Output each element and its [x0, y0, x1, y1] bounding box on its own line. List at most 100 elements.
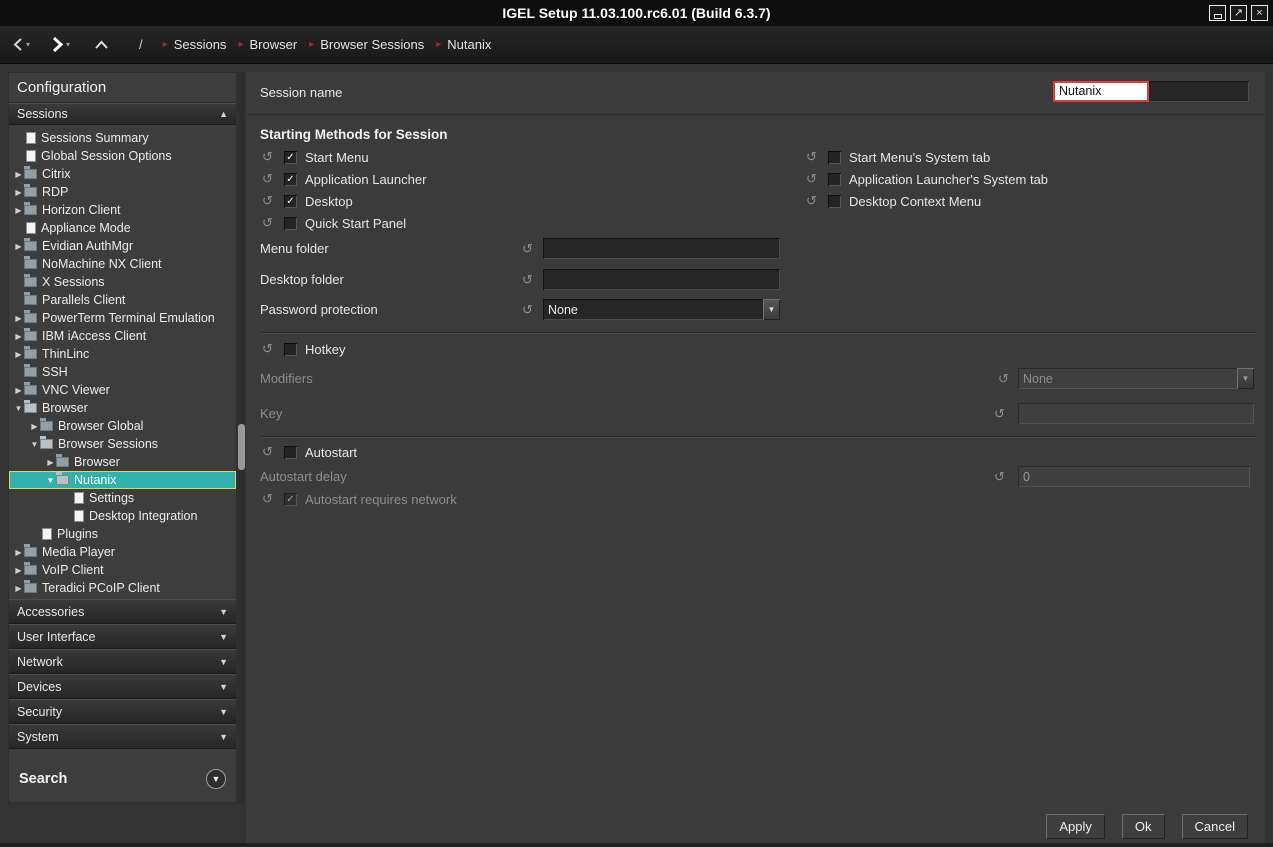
- tree-item-settings[interactable]: Settings: [9, 489, 236, 507]
- breadcrumb-item-browser[interactable]: ▸Browser: [238, 37, 297, 52]
- tree-item-nutanix[interactable]: ▼Nutanix: [9, 471, 236, 489]
- reset-icon[interactable]: ↺: [806, 171, 822, 187]
- section-header-accessories[interactable]: Accessories▼: [9, 599, 236, 624]
- expand-arrow-icon[interactable]: ▶: [13, 332, 24, 341]
- reset-icon[interactable]: ↺: [262, 341, 278, 357]
- back-history-caret-icon[interactable]: ▾: [26, 40, 30, 49]
- expand-arrow-icon[interactable]: ▶: [29, 422, 40, 431]
- tree-item-appliance-mode[interactable]: Appliance Mode: [9, 219, 236, 237]
- expand-arrow-icon[interactable]: ▶: [13, 566, 24, 575]
- checkbox[interactable]: [284, 217, 297, 230]
- reset-icon[interactable]: ↺: [806, 149, 822, 165]
- expand-arrow-icon[interactable]: ▶: [13, 584, 24, 593]
- password-protection-select[interactable]: None ▼: [543, 299, 780, 320]
- maximize-button[interactable]: ↗: [1230, 5, 1247, 21]
- reset-icon[interactable]: ↺: [262, 171, 278, 187]
- checkbox[interactable]: [284, 343, 297, 356]
- section-header-security[interactable]: Security▼: [9, 699, 236, 724]
- reset-icon[interactable]: ↺: [262, 149, 278, 165]
- tree-item-evidian-authmgr[interactable]: ▶Evidian AuthMgr: [9, 237, 236, 255]
- close-button[interactable]: ×: [1251, 5, 1268, 21]
- tree-item-rdp[interactable]: ▶RDP: [9, 183, 236, 201]
- checkbox[interactable]: ✓: [284, 151, 297, 164]
- section-header-system[interactable]: System▼: [9, 724, 236, 749]
- tree-item-citrix[interactable]: ▶Citrix: [9, 165, 236, 183]
- expand-arrow-icon[interactable]: ▶: [45, 458, 56, 467]
- menu-folder-input[interactable]: [543, 238, 780, 259]
- collapse-arrow-icon[interactable]: ▼: [13, 404, 24, 413]
- checkbox[interactable]: [828, 173, 841, 186]
- tree-item-plugins[interactable]: Plugins: [9, 525, 236, 543]
- reset-icon[interactable]: ↺: [994, 406, 1005, 422]
- tree-item-browser[interactable]: ▶Browser: [9, 453, 236, 471]
- back-button[interactable]: [12, 37, 24, 52]
- tree-item-browser-sessions[interactable]: ▼Browser Sessions: [9, 435, 236, 453]
- section-header-devices[interactable]: Devices▼: [9, 674, 236, 699]
- tree-item-sessions-summary[interactable]: Sessions Summary: [9, 129, 236, 147]
- session-name-value[interactable]: Nutanix: [1053, 81, 1149, 102]
- reset-icon[interactable]: ↺: [998, 371, 1009, 387]
- desktop-folder-input[interactable]: [543, 269, 780, 290]
- minimize-button[interactable]: [1209, 5, 1226, 21]
- checkbox[interactable]: ✓: [284, 173, 297, 186]
- tree-item-browser[interactable]: ▼Browser: [9, 399, 236, 417]
- tree-item-ssh[interactable]: SSH: [9, 363, 236, 381]
- collapse-arrow-icon[interactable]: ▼: [45, 476, 56, 485]
- tree-item-powerterm-terminal-emulation[interactable]: ▶PowerTerm Terminal Emulation: [9, 309, 236, 327]
- apply-button[interactable]: Apply: [1046, 814, 1105, 839]
- session-name-input[interactable]: Nutanix: [1053, 81, 1249, 102]
- reset-icon[interactable]: ↺: [522, 241, 533, 257]
- reset-icon[interactable]: ↺: [522, 302, 533, 318]
- reset-icon[interactable]: ↺: [262, 193, 278, 209]
- breadcrumb-root[interactable]: /: [139, 37, 143, 52]
- reset-icon[interactable]: ↺: [994, 469, 1005, 485]
- reset-icon[interactable]: ↺: [262, 491, 278, 507]
- tree-item-horizon-client[interactable]: ▶Horizon Client: [9, 201, 236, 219]
- forward-button[interactable]: [50, 36, 64, 53]
- breadcrumb-item-browser-sessions[interactable]: ▸Browser Sessions: [309, 37, 424, 52]
- expand-arrow-icon[interactable]: ▶: [13, 386, 24, 395]
- tree-item-vnc-viewer[interactable]: ▶VNC Viewer: [9, 381, 236, 399]
- breadcrumb-item-sessions[interactable]: ▸Sessions: [163, 37, 227, 52]
- tree-item-nomachine-nx-client[interactable]: NoMachine NX Client: [9, 255, 236, 273]
- expand-arrow-icon[interactable]: ▶: [13, 188, 24, 197]
- checkbox[interactable]: ✓: [284, 195, 297, 208]
- reset-icon[interactable]: ↺: [262, 215, 278, 231]
- folder-icon: [24, 385, 37, 395]
- tree-item-x-sessions[interactable]: X Sessions: [9, 273, 236, 291]
- expand-arrow-icon[interactable]: ▶: [13, 206, 24, 215]
- forward-history-caret-icon[interactable]: ▾: [66, 40, 70, 49]
- tree-item-teradici-pcoip-client[interactable]: ▶Teradici PCoIP Client: [9, 579, 236, 597]
- breadcrumb-item-nutanix[interactable]: ▸Nutanix: [436, 37, 491, 52]
- tree-item-thinlinc[interactable]: ▶ThinLinc: [9, 345, 236, 363]
- search-expand-button[interactable]: ▼: [206, 769, 226, 789]
- collapse-arrow-icon[interactable]: ▼: [29, 440, 40, 449]
- tree-item-media-player[interactable]: ▶Media Player: [9, 543, 236, 561]
- tree-item-global-session-options[interactable]: Global Session Options: [9, 147, 236, 165]
- expand-arrow-icon[interactable]: ▶: [13, 350, 24, 359]
- section-header-network[interactable]: Network▼: [9, 649, 236, 674]
- tree-item-parallels-client[interactable]: Parallels Client: [9, 291, 236, 309]
- expand-arrow-icon[interactable]: ▶: [13, 548, 24, 557]
- reset-icon[interactable]: ↺: [262, 444, 278, 460]
- tree-item-voip-client[interactable]: ▶VoIP Client: [9, 561, 236, 579]
- tree-item-browser-global[interactable]: ▶Browser Global: [9, 417, 236, 435]
- expand-arrow-icon[interactable]: ▶: [13, 314, 24, 323]
- reset-icon[interactable]: ↺: [806, 193, 822, 209]
- checkbox[interactable]: [828, 151, 841, 164]
- checkbox[interactable]: [284, 446, 297, 459]
- ok-button[interactable]: Ok: [1122, 814, 1165, 839]
- cancel-button[interactable]: Cancel: [1182, 814, 1248, 839]
- section-header-sessions[interactable]: Sessions ▲: [9, 103, 236, 125]
- reset-icon[interactable]: ↺: [522, 272, 533, 288]
- checkbox[interactable]: [828, 195, 841, 208]
- expand-arrow-icon[interactable]: ▶: [13, 242, 24, 251]
- dropdown-arrow-icon[interactable]: ▼: [763, 299, 780, 320]
- sidebar-scrollbar[interactable]: [238, 72, 245, 803]
- tree-item-ibm-iaccess-client[interactable]: ▶IBM iAccess Client: [9, 327, 236, 345]
- section-header-user-interface[interactable]: User Interface▼: [9, 624, 236, 649]
- tree-item-desktop-integration[interactable]: Desktop Integration: [9, 507, 236, 525]
- up-button[interactable]: [94, 39, 109, 50]
- expand-arrow-icon[interactable]: ▶: [13, 170, 24, 179]
- scrollbar-thumb[interactable]: [238, 424, 245, 470]
